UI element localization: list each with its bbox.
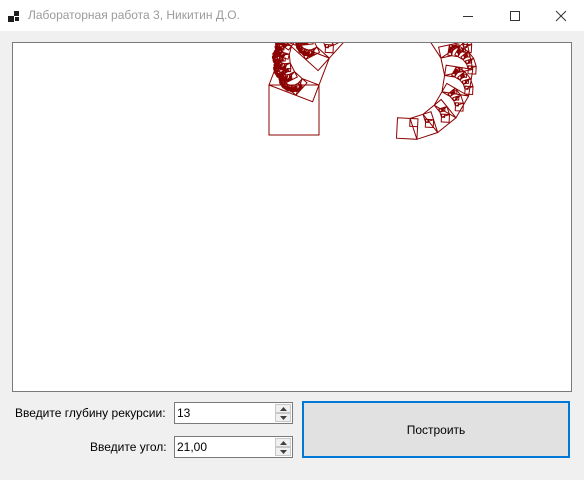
depth-spinner[interactable] (174, 402, 293, 424)
arrow-up-icon (280, 407, 287, 411)
depth-increase-button[interactable] (275, 404, 291, 413)
arrow-up-icon (280, 441, 287, 445)
arrow-down-icon (280, 450, 287, 454)
depth-input[interactable] (177, 405, 273, 421)
close-button[interactable] (538, 0, 584, 31)
title-bar: Лабораторная работа 3, Никитин Д.О. (0, 0, 584, 31)
maximize-button[interactable] (492, 0, 538, 31)
angle-spinner[interactable] (174, 436, 293, 458)
maximize-icon (510, 11, 520, 21)
fractal-squares (268, 43, 477, 140)
fractal-tree-drawing (268, 43, 477, 140)
close-icon (555, 10, 567, 22)
minimize-icon (463, 16, 473, 17)
angle-increase-button[interactable] (275, 438, 291, 447)
drawing-canvas (12, 42, 572, 392)
minimize-button[interactable] (445, 0, 491, 31)
angle-input[interactable] (177, 439, 273, 455)
app-icon (8, 9, 22, 23)
depth-label: Введите глубину рекурсии: (15, 406, 166, 420)
depth-decrease-button[interactable] (275, 413, 291, 422)
depth-spinner-buttons (275, 404, 291, 422)
build-button[interactable]: Построить (302, 401, 570, 458)
window-title: Лабораторная работа 3, Никитин Д.О. (28, 8, 240, 22)
arrow-down-icon (280, 416, 287, 420)
angle-spinner-buttons (275, 438, 291, 456)
angle-decrease-button[interactable] (275, 447, 291, 456)
angle-label: Введите угол: (90, 440, 167, 454)
